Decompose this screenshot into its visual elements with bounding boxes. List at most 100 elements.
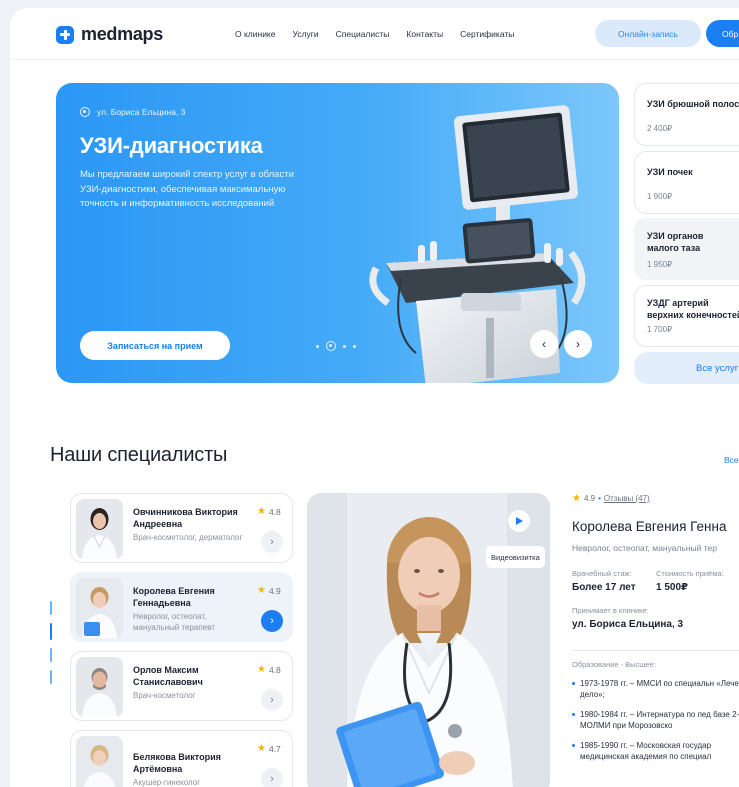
doctor-role: Врач-косметолог <box>133 691 196 700</box>
service-name: УЗИ органов малого таза <box>647 231 704 253</box>
carousel-dot-active[interactable] <box>326 341 336 351</box>
page: medmaps О клинике Услуги Специалисты Кон… <box>10 8 739 787</box>
doctor-photo <box>76 736 123 787</box>
nav-item-certificates[interactable]: Сертификаты <box>460 29 514 39</box>
doctor-detail-rating: ★ 4.9 • Отзывы (47) <box>572 493 650 504</box>
chevron-right-icon: › <box>270 694 274 706</box>
chevron-right-icon: › <box>270 615 274 627</box>
carousel-dot[interactable] <box>343 344 346 348</box>
doctor-card[interactable]: Белякова Виктория Артёмовна Акушер-гинек… <box>70 730 293 787</box>
carousel-dots <box>316 341 356 351</box>
doctor-main-photo <box>307 493 550 787</box>
medical-cross-icon <box>56 25 74 44</box>
doctor-open-button[interactable]: › <box>261 531 283 553</box>
star-icon: ★ <box>257 664 266 675</box>
education-item: 1973-1978 гг. – ММСИ по специальн «Лечеб… <box>572 678 739 700</box>
service-card[interactable]: УЗИ брюшной полост 2 400₽ <box>634 83 739 146</box>
indicator-bar-active <box>50 623 52 640</box>
chevron-left-icon: ‹ <box>542 337 546 351</box>
service-card[interactable]: УЗДГ артерий верхних конечностей 1 700₽ <box>634 285 739 347</box>
doctor-card[interactable]: Овчинникова Виктория Андреевна Врач-косм… <box>70 493 293 563</box>
doctor-open-button[interactable]: › <box>261 768 283 787</box>
video-play-button[interactable] <box>508 510 530 532</box>
divider <box>572 650 739 651</box>
experience-value: Более 17 лет <box>572 582 636 593</box>
service-card[interactable]: УЗИ почек 1 900₽ <box>634 151 739 214</box>
reviews-link[interactable]: Отзывы (47) <box>604 494 650 503</box>
all-services-button[interactable]: Все услуг <box>634 352 739 384</box>
indicator-bar <box>50 648 52 662</box>
hero-title: УЗИ-диагностика <box>80 133 263 158</box>
location-label: Принимает в клинике: <box>572 606 649 615</box>
doctor-card[interactable]: Орлов Максим Станиславович Врач-косметол… <box>70 651 293 721</box>
doctor-role: Врач-косметолог, дерматолог <box>133 533 243 542</box>
specialists-title: Наши специалисты <box>50 444 228 466</box>
doctor-rating: ★ 4.9 <box>257 585 281 596</box>
play-icon <box>516 517 523 525</box>
doctor-photo <box>76 657 123 717</box>
carousel-prev-button[interactable]: ‹ <box>530 330 558 358</box>
logo-text: medmaps <box>81 24 163 44</box>
location-value: ул. Бориса Ельцина, 3 <box>572 619 684 630</box>
logo[interactable]: medmaps <box>56 24 163 45</box>
doctor-role: Невролог, остеопат, мануальный терапевт <box>133 612 215 632</box>
price-value: 1 500₽ <box>656 582 688 593</box>
doctor-name: Овчинникова Виктория Андреевна <box>133 507 238 529</box>
service-price: 2 400₽ <box>647 124 673 133</box>
chevron-right-icon: › <box>576 337 580 351</box>
doctor-rating: ★ 4.7 <box>257 743 281 754</box>
book-appointment-button[interactable]: Записаться на прием <box>80 331 230 360</box>
nav-item-about[interactable]: О клинике <box>235 29 275 39</box>
hero-address-text: ул. Бориса Ельцина, 3 <box>97 107 186 117</box>
education-item: 1980-1984 гг. – Интернатура по пед базе … <box>572 709 739 731</box>
location-pin-icon <box>80 107 90 117</box>
price-label: Стоимость приёма: <box>656 569 724 578</box>
star-icon: ★ <box>257 743 266 754</box>
header: medmaps О клинике Услуги Специалисты Кон… <box>10 8 739 60</box>
doctor-name: Белякова Виктория Артёмовна <box>133 752 221 774</box>
service-card[interactable]: УЗИ органов малого таза 1 950₽ <box>634 218 739 280</box>
hero-address: ул. Бориса Ельцина, 3 <box>80 107 185 117</box>
carousel-dot[interactable] <box>353 344 356 348</box>
doctor-open-button[interactable]: › <box>261 689 283 711</box>
carousel-dot[interactable] <box>316 344 319 348</box>
call-back-button[interactable]: Обр <box>706 20 739 47</box>
service-price: 1 950₽ <box>647 260 673 269</box>
nav-item-contacts[interactable]: Контакты <box>406 29 443 39</box>
star-icon: ★ <box>257 506 266 517</box>
doctor-name: Орлов Максим Станиславович <box>133 665 203 687</box>
doctor-detail-specialty: Невролог, остеопат, мануальный тер <box>572 543 717 553</box>
doctor-photo <box>76 578 123 638</box>
doctor-rating: ★ 4.8 <box>257 506 281 517</box>
list-scroll-indicator <box>50 601 52 692</box>
video-visit-label[interactable]: Видеовизитка <box>486 546 545 568</box>
hero-banner: ул. Бориса Ельцина, 3 УЗИ-диагностика Мы… <box>56 83 619 383</box>
hero-description: Мы предлагаем широкий спектр услуг в обл… <box>80 169 294 209</box>
doctor-detail-name: Королева Евгения Генна <box>572 519 727 534</box>
doctor-role: Акушер-гинеколог <box>133 778 201 787</box>
chevron-right-icon: › <box>270 536 274 548</box>
doctor-rating: ★ 4.8 <box>257 664 281 675</box>
doctor-name: Королева Евгения Геннадьевна <box>133 586 215 608</box>
nav-item-specialists[interactable]: Специалисты <box>336 29 390 39</box>
indicator-bar <box>50 670 52 684</box>
nav-item-services[interactable]: Услуги <box>292 29 318 39</box>
service-name: УЗИ почек <box>647 167 693 177</box>
service-price: 1 900₽ <box>647 192 673 201</box>
service-price: 1 700₽ <box>647 325 673 334</box>
doctor-open-button[interactable]: › <box>261 610 283 632</box>
main-nav: О клинике Услуги Специалисты Контакты Се… <box>235 29 531 39</box>
star-icon: ★ <box>572 493 581 504</box>
online-booking-button[interactable]: Онлайн-запись <box>595 20 701 47</box>
carousel-next-button[interactable]: › <box>564 330 592 358</box>
doctor-portrait-image <box>307 493 550 787</box>
doctor-photo <box>76 499 123 559</box>
education-title: Образование - Высшее: <box>572 660 656 669</box>
chevron-right-icon: › <box>270 773 274 785</box>
education-item: 1985-1990 гг. – Московская государ медиц… <box>572 740 739 762</box>
experience-label: Врачебный стаж: <box>572 569 632 578</box>
indicator-bar <box>50 601 52 615</box>
all-specialists-link[interactable]: Все <box>724 455 739 465</box>
star-icon: ★ <box>257 585 266 596</box>
doctor-card-active[interactable]: Королева Евгения Геннадьевна Невролог, о… <box>70 572 293 642</box>
